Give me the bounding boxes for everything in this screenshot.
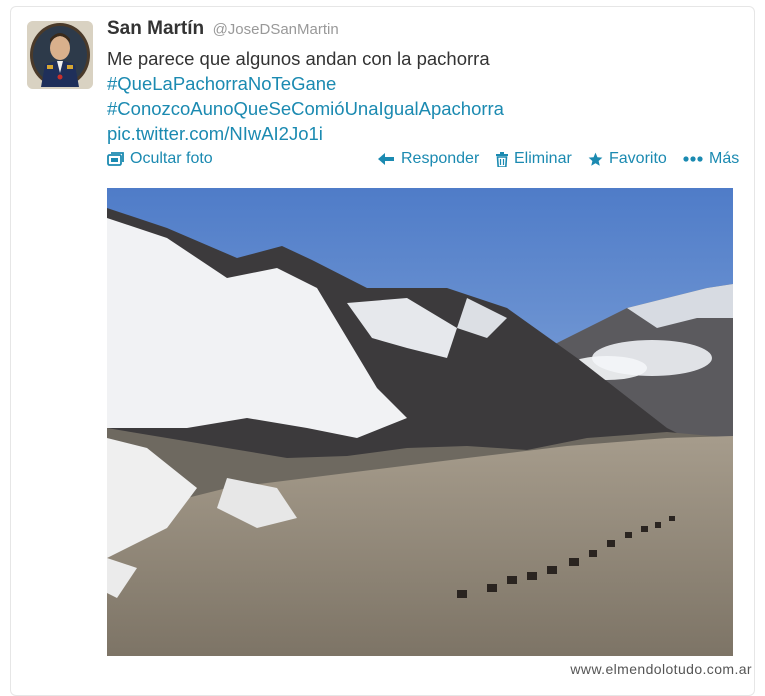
delete-button[interactable]: Eliminar <box>496 150 572 168</box>
hide-photo-label: Ocultar foto <box>130 150 213 167</box>
reply-label: Responder <box>401 150 480 167</box>
ellipsis-icon <box>683 156 703 162</box>
user-handle[interactable]: @JoseDSanMartin <box>213 21 339 38</box>
tweet-photo[interactable] <box>107 188 733 656</box>
display-name[interactable]: San Martín <box>107 18 204 39</box>
favorite-label: Favorito <box>609 150 667 167</box>
photo-icon <box>107 152 124 166</box>
pic-link[interactable]: pic.twitter.com/NIwAI2Jo1i <box>107 121 504 146</box>
more-label: Más <box>709 150 740 167</box>
star-icon <box>588 152 603 167</box>
hashtag-link[interactable]: #ConozcoAunoQueSeComióUnaIgualApachorra <box>107 96 504 121</box>
hide-photo-button[interactable]: Ocultar foto <box>107 150 213 168</box>
delete-label: Eliminar <box>514 150 572 167</box>
more-button[interactable]: Más <box>683 150 739 168</box>
trash-icon <box>496 151 508 167</box>
avatar[interactable] <box>27 21 93 89</box>
watermark-text: www.elmendolotudo.com.ar <box>570 661 752 677</box>
tweet-header: San Martín @JoseDSanMartin <box>107 18 339 40</box>
tweet-actions: Ocultar foto Responder Eliminar Favorito… <box>107 150 739 174</box>
tweet-text: Me parece que algunos andan con la pacho… <box>107 46 504 146</box>
favorite-button[interactable]: Favorito <box>588 150 667 168</box>
hashtag-link[interactable]: #QueLaPachorraNoTeGane <box>107 71 504 96</box>
tweet-text-line: Me parece que algunos andan con la pacho… <box>107 48 490 69</box>
reply-button[interactable]: Responder <box>377 150 479 168</box>
reply-arrow-icon <box>377 152 395 166</box>
